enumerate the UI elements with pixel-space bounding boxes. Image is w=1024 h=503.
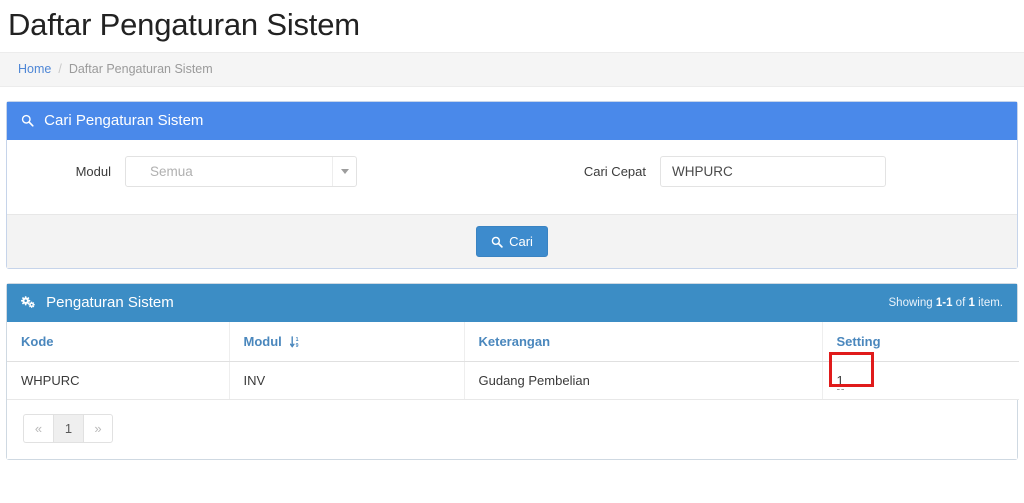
page-root: Daftar Pengaturan Sistem Home / Daftar Pen… (0, 0, 1024, 503)
showing-middle: of (955, 297, 966, 309)
search-panel: Cari Pengaturan Sistem Modul Semua Cari … (6, 101, 1018, 269)
column-header-kode-label: Kode (21, 334, 54, 349)
pagination-next[interactable]: » (83, 414, 113, 443)
cari-button-label: Cari (509, 234, 533, 249)
search-panel-header: Cari Pengaturan Sistem (7, 102, 1017, 140)
cari-cepat-label: Cari Cepat (583, 164, 646, 179)
field-modul: Modul Semua (7, 156, 512, 187)
modul-select-value: Semua (150, 164, 193, 179)
table-header-row: Kode Modul 1 9 Keterangan Setting (7, 322, 1019, 362)
field-cari-cepat: Cari Cepat (512, 156, 1017, 187)
table-row: WHPURC INV Gudang Pembelian 1 (7, 352, 1019, 400)
cari-cepat-input[interactable] (660, 156, 886, 187)
column-header-keterangan-label: Keterangan (478, 334, 551, 349)
column-header-setting[interactable]: Setting (822, 322, 1019, 362)
column-header-kode[interactable]: Kode (7, 322, 230, 362)
search-panel-title: Cari Pengaturan Sistem (44, 112, 204, 130)
pagination-page-1[interactable]: 1 (53, 414, 83, 443)
results-panel-title: Pengaturan Sistem (46, 294, 174, 312)
column-header-modul[interactable]: Modul 1 9 (229, 322, 465, 362)
showing-total: 1 (968, 297, 975, 309)
search-icon (491, 236, 503, 248)
column-header-modul-label: Modul (243, 334, 282, 349)
results-panel: Pengaturan Sistem Showing 1-1 of 1 item.… (6, 283, 1019, 460)
breadcrumb-link-home[interactable]: Home (18, 62, 51, 76)
search-panel-footer: Cari (7, 214, 1017, 268)
search-form: Modul Semua Cari Cepat (7, 140, 1017, 214)
search-icon (21, 114, 34, 127)
gears-icon (21, 295, 36, 309)
showing-range: 1-1 (935, 297, 953, 309)
cell-keterangan: Gudang Pembelian (464, 361, 823, 400)
breadcrumb-current: Daftar Pengaturan Sistem (68, 62, 213, 76)
cari-button[interactable]: Cari (476, 226, 548, 257)
sort-numeric-asc-icon: 1 9 (290, 336, 301, 348)
breadcrumb: Home / Daftar Pengaturan Sistem (0, 52, 1024, 87)
setting-value-editable[interactable]: 1 (836, 373, 844, 390)
modul-label: Modul (75, 164, 111, 179)
svg-text:9: 9 (296, 343, 299, 348)
cell-modul: INV (229, 361, 465, 400)
column-header-keterangan[interactable]: Keterangan (464, 322, 823, 362)
breadcrumb-separator: / (58, 62, 62, 76)
showing-summary: Showing 1-1 of 1 item. (889, 284, 1003, 322)
showing-suffix: item. (978, 297, 1003, 309)
column-header-setting-label: Setting (836, 334, 881, 349)
chevron-down-icon[interactable] (332, 157, 356, 186)
showing-prefix: Showing (888, 297, 933, 309)
pagination: « 1 » (7, 400, 1017, 459)
cell-setting: 1 (822, 352, 1019, 400)
cell-kode: WHPURC (7, 361, 230, 400)
settings-table: Kode Modul 1 9 Keterangan Setting WHPURC… (7, 322, 1019, 400)
pagination-prev[interactable]: « (23, 414, 53, 443)
page-title: Daftar Pengaturan Sistem (8, 7, 360, 42)
modul-select[interactable]: Semua (125, 156, 357, 187)
results-panel-header: Pengaturan Sistem Showing 1-1 of 1 item. (7, 284, 1017, 322)
